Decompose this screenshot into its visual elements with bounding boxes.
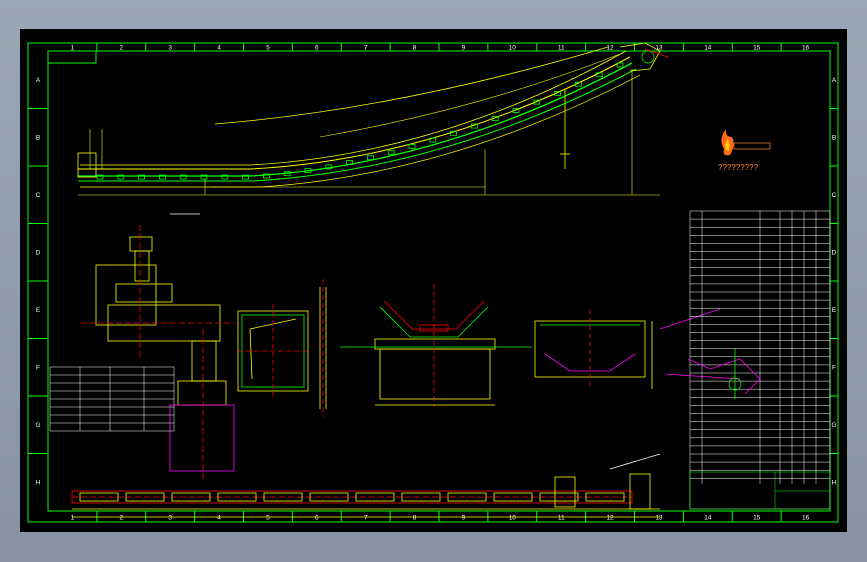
drive-unit xyxy=(80,213,235,479)
row-label-left: E xyxy=(36,307,41,314)
col-label-bottom: 10 xyxy=(509,515,517,522)
conveyor-plan-view xyxy=(71,453,661,518)
column-labels-bottom: 1 2 3 4 5 6 7 8 9 10 11 12 13 14 15 16 xyxy=(71,515,810,522)
col-label-bottom: 1 xyxy=(71,515,75,522)
drawing-frame xyxy=(27,42,839,523)
col-label-bottom: 6 xyxy=(315,515,319,522)
row-label-right: H xyxy=(832,479,837,486)
col-label-top: 1 xyxy=(71,45,75,52)
col-label-bottom: 3 xyxy=(168,515,172,522)
return-idler-section xyxy=(534,308,741,389)
col-label-bottom: 7 xyxy=(364,515,368,522)
col-label-bottom: 13 xyxy=(655,515,663,522)
col-label-bottom: 16 xyxy=(802,515,810,522)
row-label-left: D xyxy=(36,249,41,256)
col-label-bottom: 9 xyxy=(462,515,466,522)
col-label-top: 7 xyxy=(364,45,368,52)
column-labels-top: 1 2 3 4 5 6 7 8 9 10 11 12 13 14 15 16 xyxy=(71,45,810,52)
col-label-bottom: 5 xyxy=(266,515,270,522)
conveyor-elevation xyxy=(77,42,669,196)
col-label-top: 9 xyxy=(462,45,466,52)
corner-box xyxy=(47,50,97,64)
col-label-top: 5 xyxy=(266,45,270,52)
col-label-bottom: 4 xyxy=(217,515,221,522)
col-label-bottom: 2 xyxy=(120,515,124,522)
col-label-top: 6 xyxy=(315,45,319,52)
chute-detail xyxy=(237,304,309,399)
row-label-right: G xyxy=(831,422,836,429)
col-label-bottom: 8 xyxy=(413,515,417,522)
row-label-right: D xyxy=(832,249,837,256)
motor-spec-table xyxy=(49,366,175,432)
troughed-idler-section xyxy=(340,284,532,407)
col-label-top: 10 xyxy=(509,45,517,52)
row-label-right: E xyxy=(832,307,837,314)
col-label-bottom: 11 xyxy=(558,515,565,522)
col-label-top: 4 xyxy=(217,45,221,52)
row-label-left: A xyxy=(36,77,41,84)
row-label-right: A xyxy=(832,77,837,84)
col-label-bottom: 15 xyxy=(753,515,761,522)
col-label-top: 14 xyxy=(704,45,712,52)
col-label-bottom: 12 xyxy=(606,515,614,522)
col-label-top: 11 xyxy=(558,45,565,52)
bill-of-materials xyxy=(689,210,831,510)
row-label-left: B xyxy=(36,134,40,141)
col-label-top: 2 xyxy=(120,45,124,52)
col-label-bottom: 14 xyxy=(704,515,712,522)
logo-caption: ????????? xyxy=(718,163,759,172)
idler-overlay-detail xyxy=(687,349,761,399)
col-label-top: 15 xyxy=(753,45,761,52)
row-label-left: G xyxy=(35,422,40,429)
col-label-top: 3 xyxy=(168,45,172,52)
row-label-right: F xyxy=(832,364,836,371)
row-label-left: H xyxy=(36,479,41,486)
column-profile xyxy=(319,279,327,417)
row-label-right: C xyxy=(832,192,837,199)
row-label-left: C xyxy=(36,192,41,199)
col-label-top: 12 xyxy=(606,45,614,52)
col-label-top: 8 xyxy=(413,45,417,52)
row-label-left: F xyxy=(36,364,40,371)
cad-drawing-sheet[interactable]: 1 2 3 4 5 6 7 8 9 10 11 12 13 14 15 16 1 2 3 4 5 6 7 8 9 10 11 12 1… xyxy=(20,29,847,532)
row-label-right: B xyxy=(832,134,836,141)
col-label-top: 16 xyxy=(802,45,810,52)
flame-logo xyxy=(721,129,771,156)
